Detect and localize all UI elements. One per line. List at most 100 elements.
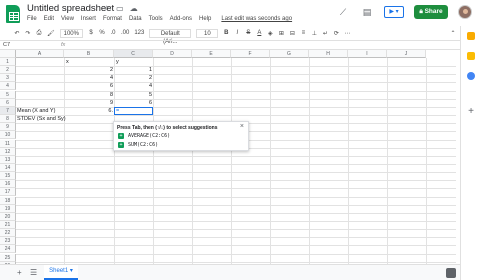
cell-b4[interactable]: 6 <box>64 82 114 90</box>
cloud-icon[interactable]: ☁ <box>130 4 138 13</box>
column-header-a[interactable]: A <box>16 50 64 58</box>
redo-icon[interactable]: ↷ <box>25 30 31 37</box>
row-header-12[interactable]: 12 <box>0 147 16 156</box>
valign-icon[interactable]: ⊥ <box>311 30 317 37</box>
align-icon[interactable]: ≡ <box>300 30 306 36</box>
paint-format-icon[interactable]: 🖌︎ <box>47 30 55 37</box>
add-addon-icon[interactable]: + <box>467 107 475 117</box>
font-select[interactable]: Default (Ari... <box>149 28 192 45</box>
increase-decimal-button[interactable]: .00 <box>121 30 129 36</box>
text-color-icon[interactable]: A <box>256 30 262 36</box>
comment-icon[interactable]: ▤ <box>360 6 374 18</box>
row-header-5[interactable]: 5 <box>0 90 16 99</box>
column-header-b[interactable]: B <box>64 50 114 58</box>
close-icon[interactable]: × <box>240 123 244 130</box>
tasks-icon[interactable] <box>467 72 475 80</box>
row-header-17[interactable]: 17 <box>0 188 16 197</box>
menu-tools[interactable]: Tools <box>149 16 163 22</box>
cell-c5[interactable]: 5 <box>114 91 153 99</box>
sheet-tab[interactable]: Sheet1 ▾ <box>44 265 78 280</box>
row-header-14[interactable]: 14 <box>0 163 16 172</box>
row-header-21[interactable]: 21 <box>0 221 16 229</box>
trend-icon[interactable]: ⟋ <box>336 6 350 18</box>
rotate-icon[interactable]: ⟳ <box>333 30 339 37</box>
percent-button[interactable]: % <box>99 30 105 36</box>
row-header-16[interactable]: 16 <box>0 180 16 189</box>
column-header-c[interactable]: C <box>114 50 153 58</box>
row-header-20[interactable]: 20 <box>0 212 16 221</box>
calendar-icon[interactable] <box>467 32 475 40</box>
more-icon[interactable]: ⋯ <box>344 30 350 37</box>
select-all-corner[interactable] <box>0 50 16 58</box>
menu-edit[interactable]: Edit <box>44 16 54 22</box>
borders-icon[interactable]: ⊞ <box>278 30 284 37</box>
row-header-1[interactable]: 1 <box>0 58 16 66</box>
print-icon[interactable]: ⎙ <box>36 30 42 37</box>
column-header-h[interactable]: H <box>309 50 348 58</box>
italic-icon[interactable]: I <box>234 30 240 36</box>
cell-c4[interactable]: 4 <box>114 82 153 90</box>
menu-view[interactable]: View <box>61 16 74 22</box>
column-header-e[interactable]: E <box>192 50 231 58</box>
menu-file[interactable]: File <box>27 16 37 22</box>
cell-c1[interactable]: y <box>114 58 153 66</box>
row-header-24[interactable]: 24 <box>0 245 16 254</box>
row-header-18[interactable]: 18 <box>0 196 16 205</box>
cell-b5[interactable]: 8 <box>64 91 114 99</box>
cell-b3[interactable]: 4 <box>64 74 114 82</box>
row-header-25[interactable]: 25 <box>0 253 16 262</box>
font-size-select[interactable]: 10 <box>196 28 219 38</box>
strikethrough-icon[interactable]: S <box>245 30 251 36</box>
column-header-g[interactable]: G <box>270 50 309 58</box>
column-header-d[interactable]: D <box>153 50 192 58</box>
cell-b7[interactable]: 6. <box>64 107 114 115</box>
row-header-8[interactable]: 8 <box>0 115 16 124</box>
column-header-i[interactable]: I <box>348 50 387 58</box>
share-button[interactable]: 🔒︎ Share <box>414 5 448 19</box>
cell-c7[interactable]: = <box>114 107 153 115</box>
column-header-j[interactable]: J <box>387 50 426 58</box>
zoom-select[interactable]: 100% <box>59 28 83 38</box>
decrease-decimal-button[interactable]: .0 <box>110 30 116 36</box>
star-icon[interactable]: ☆ <box>103 4 110 13</box>
row-header-11[interactable]: 11 <box>0 139 16 148</box>
currency-button[interactable]: $ <box>88 30 94 36</box>
suggestion-sum[interactable]: + SUM(C2:C6) <box>118 141 158 149</box>
row-header-3[interactable]: 3 <box>0 74 16 83</box>
bold-icon[interactable]: B <box>223 30 229 36</box>
row-header-2[interactable]: 2 <box>0 66 16 75</box>
menu-format[interactable]: Format <box>103 16 122 22</box>
avatar[interactable] <box>458 5 472 19</box>
row-header-13[interactable]: 13 <box>0 155 16 164</box>
cell-c6[interactable]: 6 <box>114 99 153 107</box>
collapse-icon[interactable]: ⌃ <box>450 30 456 37</box>
name-box[interactable]: C7 <box>3 42 39 48</box>
cell-b6[interactable]: 9 <box>64 99 114 107</box>
number-format-button[interactable]: 123 <box>134 30 144 36</box>
menu-data[interactable]: Data <box>129 16 142 22</box>
row-header-7[interactable]: 7 <box>0 106 16 115</box>
row-header-22[interactable]: 22 <box>0 229 16 238</box>
row-header-4[interactable]: 4 <box>0 82 16 91</box>
all-sheets-icon[interactable]: ☰ <box>30 268 37 277</box>
folder-icon[interactable]: ▭ <box>116 4 124 13</box>
cell-b1[interactable]: x <box>64 58 114 66</box>
undo-icon[interactable]: ↶ <box>14 30 20 37</box>
explore-icon[interactable] <box>446 268 456 278</box>
cell-a8[interactable]: STDEV (Sx and Sy) <box>16 115 96 123</box>
row-header-23[interactable]: 23 <box>0 237 16 246</box>
row-header-9[interactable]: 9 <box>0 123 16 132</box>
suggestion-average[interactable]: + AVERAGE(C2:C6) <box>118 132 170 140</box>
menu-insert[interactable]: Insert <box>81 16 96 22</box>
column-header-f[interactable]: F <box>231 50 270 58</box>
present-icon[interactable]: ▶ ▾ <box>384 6 404 18</box>
add-sheet-icon[interactable]: + <box>17 268 22 277</box>
cell-c2[interactable]: 1 <box>114 66 153 74</box>
menu-help[interactable]: Help <box>199 16 211 22</box>
menu-addons[interactable]: Add-ons <box>170 16 192 22</box>
fill-color-icon[interactable]: ◈ <box>267 30 273 37</box>
last-edit-link[interactable]: Last edit was seconds ago <box>221 16 292 22</box>
wrap-icon[interactable]: ↵ <box>322 30 328 37</box>
cell-c3[interactable]: 2 <box>114 74 153 82</box>
sheets-logo-icon[interactable] <box>6 5 20 23</box>
